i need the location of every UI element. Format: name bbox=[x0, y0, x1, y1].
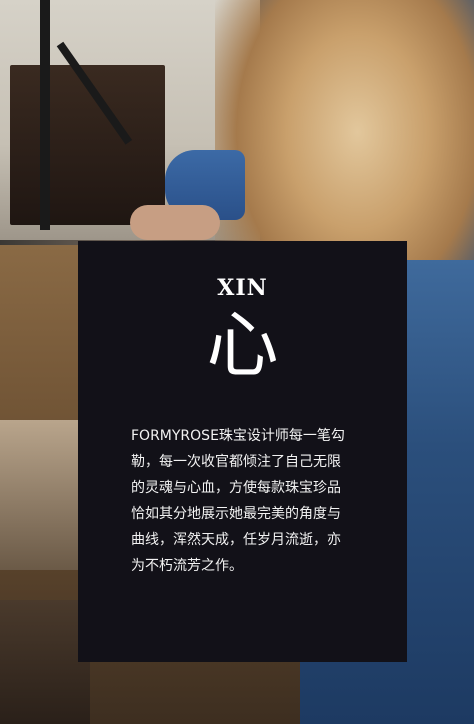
tool-box bbox=[0, 600, 90, 724]
description-line: FORMYROSE珠宝设计师每一笔勾 bbox=[131, 428, 345, 444]
card-title: XIN bbox=[217, 275, 268, 301]
description-line: 勒，每一次收官都倾注了自己无限 bbox=[131, 454, 341, 470]
description-line: 为不朽流芳之作。 bbox=[131, 558, 243, 574]
intro-card: XIN 心 FORMYROSE珠宝设计师每一笔勾 勒，每一次收官都倾注了自己无限… bbox=[78, 241, 407, 662]
designer-hand bbox=[130, 205, 220, 240]
description-line: 恰如其分地展示她最完美的角度与 bbox=[131, 506, 341, 522]
description-line: 的灵魂与心血，方使每款珠宝珍品 bbox=[131, 480, 341, 496]
description-line: 曲线，浑然天成，任岁月流逝，亦 bbox=[131, 532, 341, 548]
card-description: FORMYROSE珠宝设计师每一笔勾 勒，每一次收官都倾注了自己无限 的灵魂与心… bbox=[131, 423, 363, 579]
tool-tray bbox=[0, 420, 80, 570]
hero-scene: XIN 心 FORMYROSE珠宝设计师每一笔勾 勒，每一次收官都倾注了自己无限… bbox=[0, 0, 474, 724]
card-character: 心 bbox=[206, 303, 279, 387]
lamp-stand bbox=[40, 0, 50, 230]
